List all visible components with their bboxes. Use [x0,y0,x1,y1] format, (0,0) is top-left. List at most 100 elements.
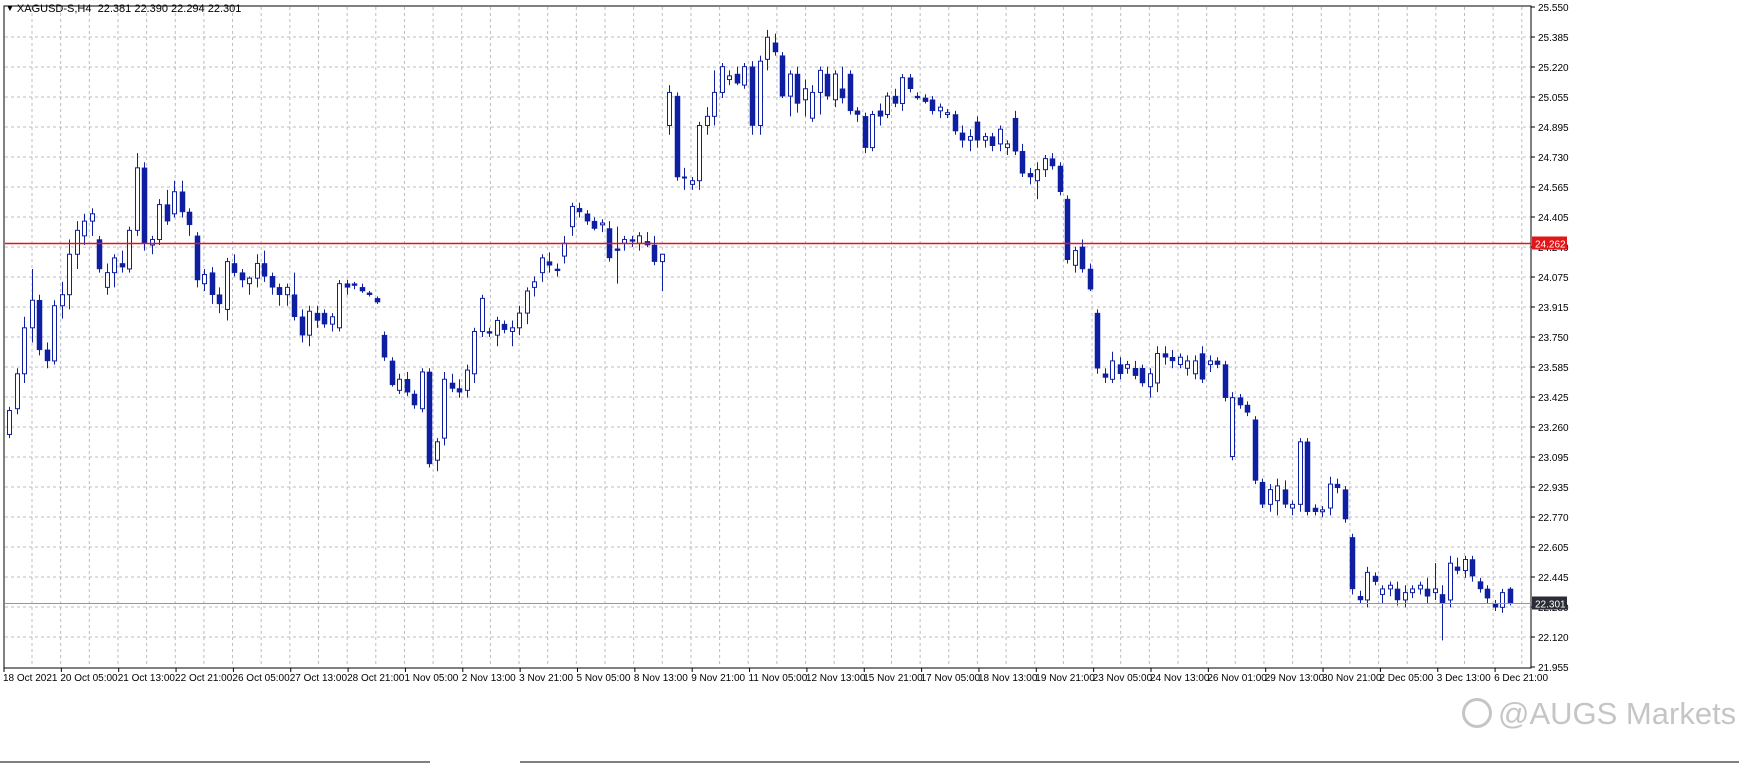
candle-body-bull[interactable] [1230,397,1235,458]
candle-body-bear[interactable] [614,248,621,251]
candle-body-bear[interactable] [914,95,921,99]
candle-body-bull[interactable] [480,297,485,332]
candle-body-bear[interactable] [1492,603,1499,608]
candle-body-bull[interactable] [1403,592,1408,601]
candle-body-bear[interactable] [1507,588,1514,604]
candle-body-bear[interactable] [1357,596,1364,601]
candle-body-bull[interactable] [667,91,672,127]
candle-body-bull[interactable] [727,75,732,81]
candle-body-bear[interactable] [824,73,831,97]
candle-body-bull[interactable] [517,312,522,329]
candle-body-bear[interactable] [907,77,914,89]
candle-body-bull[interactable] [1178,356,1183,366]
candle-body-bear[interactable] [449,382,456,389]
candle-body-bear[interactable] [231,263,238,273]
candle-body-bear[interactable] [261,263,268,277]
candle-body-bull[interactable] [562,242,567,257]
candle-body-bear[interactable] [1237,397,1244,406]
candle-body-bear[interactable] [1484,588,1491,599]
candle-body-bull[interactable] [1073,250,1078,266]
candle-body-bull[interactable] [1193,360,1198,375]
candle-body-bear[interactable] [1469,559,1476,577]
candle-body-bear[interactable] [486,331,493,334]
candle-body-bull[interactable] [870,113,875,149]
candle-body-bear[interactable] [411,393,418,406]
candle-body-bear[interactable] [44,349,51,362]
candle-body-bull[interactable] [810,91,815,119]
candle-body-bear[interactable] [1244,404,1251,413]
candle-body-bear[interactable] [1094,312,1101,369]
candle-body-bull[interactable] [1275,485,1280,502]
candle-body-bull[interactable] [7,410,12,435]
candle-body-bear[interactable] [1214,360,1221,365]
candle-body-bear[interactable] [194,235,201,281]
candle-body-bear[interactable] [952,114,959,132]
candle-body-bear[interactable] [959,132,966,141]
candle-body-bear[interactable] [1012,117,1019,152]
candle-body-bear[interactable] [1079,246,1086,270]
candle-body-bear[interactable] [546,261,553,266]
candle-body-bear[interactable] [366,292,373,295]
candle-body-bear[interactable] [584,213,591,222]
candle-body-bull[interactable] [1298,441,1303,505]
candle-body-bear[interactable] [749,66,756,126]
candle-body-bear[interactable] [839,88,846,99]
candle-body-bull[interactable] [285,286,290,296]
candle-body-bull[interactable] [1043,158,1048,171]
candle-body-bear[interactable] [854,110,861,115]
candle-body-bear[interactable] [359,287,366,292]
candle-body-bear[interactable] [314,312,321,321]
candle-body-bear[interactable] [922,97,929,102]
candle-body-bear[interactable] [209,272,216,295]
candle-body-bull[interactable] [705,115,710,127]
candle-body-bear[interactable] [381,334,388,358]
candle-body-bear[interactable] [1372,575,1379,582]
candle-body-bull[interactable] [157,204,162,241]
candle-body-bull[interactable] [1185,360,1190,369]
candle-body-bear[interactable] [1334,483,1341,489]
candle-body-bull[interactable] [22,327,27,375]
candle-body-bear[interactable] [674,95,681,178]
candle-body-bear[interactable] [1199,353,1206,380]
candle-body-bull[interactable] [465,369,470,391]
candle-body-bull[interactable] [682,176,687,179]
candle-body-bear[interactable] [291,294,298,318]
candle-body-bear[interactable] [989,136,996,147]
candle-body-bull[interactable] [697,125,702,182]
candle-body-bull[interactable] [225,261,230,310]
candle-body-bear[interactable] [269,276,276,288]
candle-body-bear[interactable] [404,379,411,393]
candle-body-bear[interactable] [1117,364,1124,375]
candle-body-bull[interactable] [1005,143,1010,149]
candle-body-bull[interactable] [690,180,695,185]
candle-body-bull[interactable] [540,257,545,274]
candle-body-bear[interactable] [501,323,508,330]
candle-body-bull[interactable] [742,66,747,86]
candle-body-bull[interactable] [420,371,425,410]
candle-body-bear[interactable] [1312,507,1319,512]
candle-body-bull[interactable] [1328,483,1333,509]
candle-body-bear[interactable] [1169,356,1176,362]
candle-body-bull[interactable] [472,330,477,375]
candle-body-bull[interactable] [945,112,950,115]
candle-body-bear[interactable] [1027,173,1034,178]
candle-body-bull[interactable] [720,66,725,93]
candle-body-bear[interactable] [1139,368,1146,384]
candle-body-bear[interactable] [734,73,741,84]
candle-body-bear[interactable] [1049,158,1056,167]
candle-body-bear[interactable] [1057,165,1064,192]
candle-body-bull[interactable] [637,235,642,244]
candle-body-bull[interactable] [1110,360,1115,380]
candlestick-chart[interactable]: 25.550 25.385 25.220 25.055 24.895 24.730 24.5… [0,0,1739,763]
candle-body-bear[interactable] [576,208,583,213]
candle-body-bull[interactable] [127,229,132,270]
candle-body-bear[interactable] [1304,441,1311,512]
candle-body-bear[interactable] [1252,419,1259,481]
candle-body-bull[interactable] [1155,353,1160,384]
candle-body-bull[interactable] [525,290,530,314]
candle-body-bull[interactable] [82,220,87,237]
candle-body-bull[interactable] [172,191,177,215]
candle-body-bear[interactable] [629,239,636,242]
candle-body-bull[interactable] [330,316,335,325]
candle-body-bull[interactable] [765,36,770,60]
